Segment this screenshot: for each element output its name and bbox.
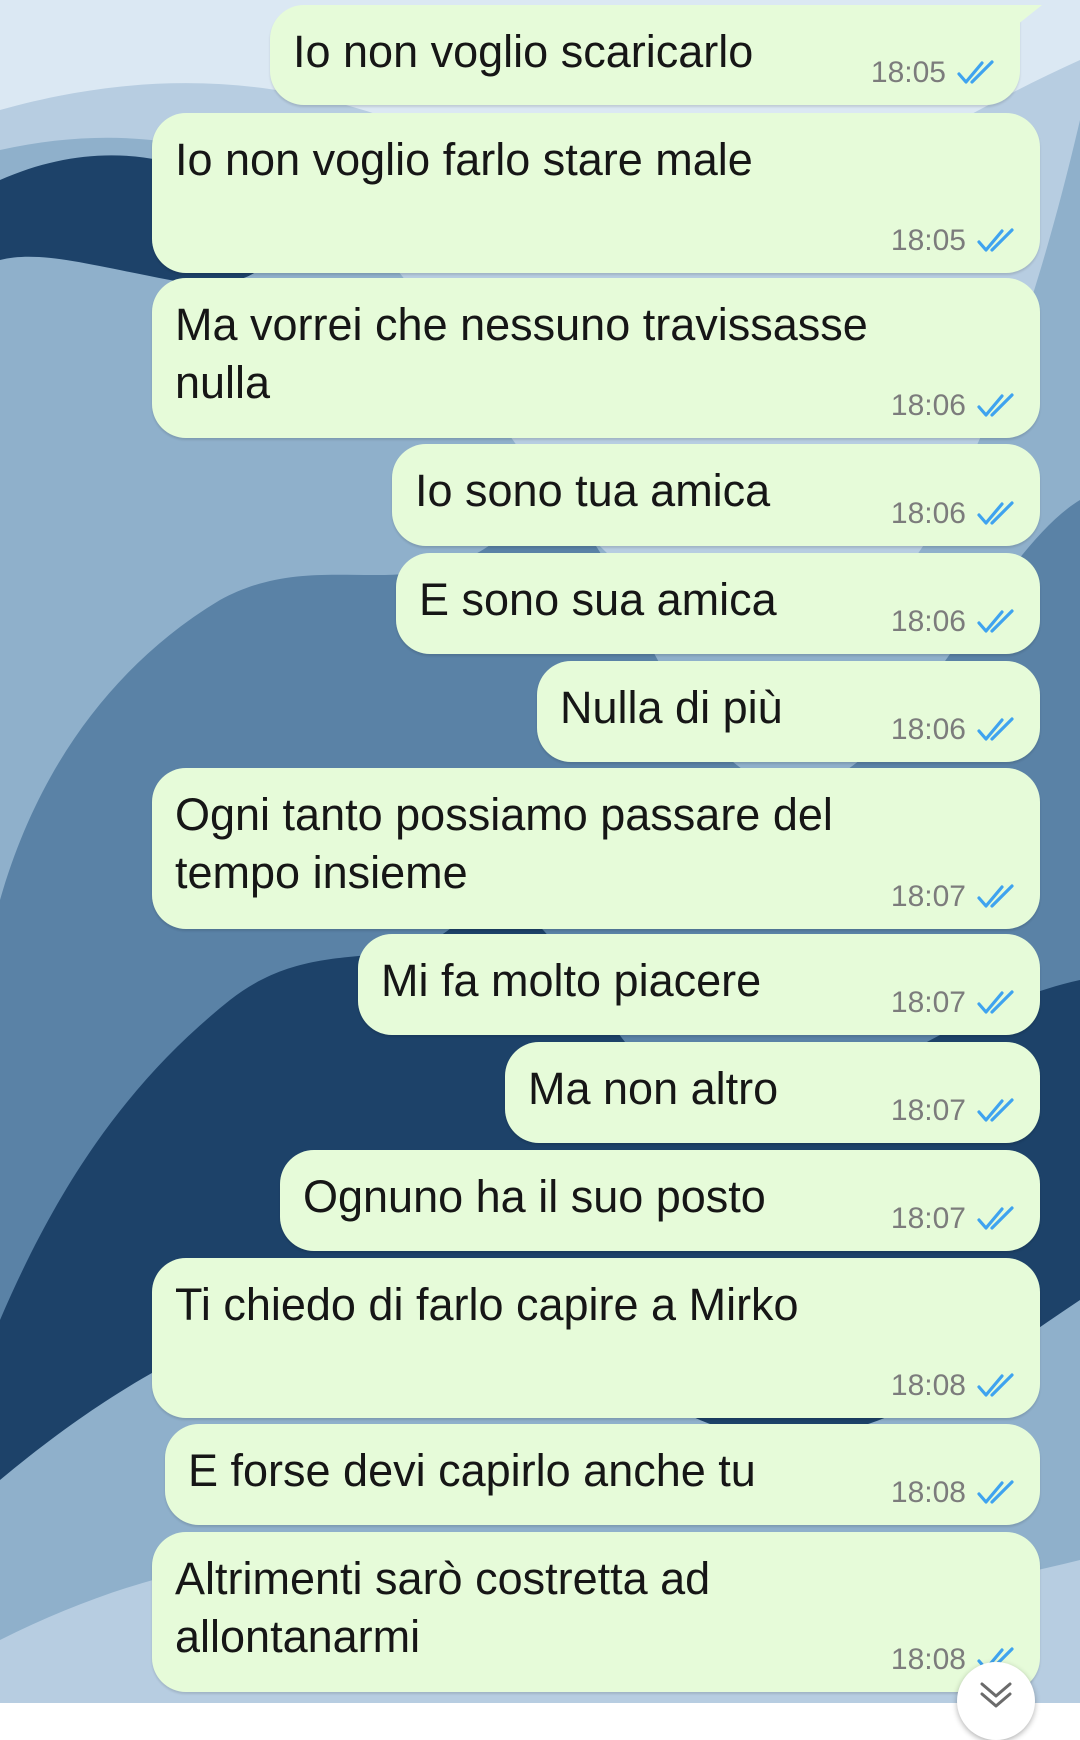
message-meta: 18:05: [891, 223, 1018, 259]
message-time: 18:05: [870, 56, 946, 89]
message-time: 18:06: [890, 713, 966, 746]
message-time: 18:06: [890, 497, 966, 530]
bubble-tail: [1012, 5, 1042, 29]
outgoing-message-bubble[interactable]: Altrimenti sarò costretta ad allontanarm…: [152, 1532, 1040, 1692]
message-meta: 18:05: [871, 55, 998, 91]
double-check-icon: [977, 1480, 1014, 1504]
outgoing-message-bubble[interactable]: Ma non altro 18:07: [505, 1042, 1040, 1143]
message-text: Ogni tanto possiamo passare del tempo in…: [175, 789, 833, 898]
message-text: Ma non altro: [528, 1063, 779, 1114]
double-check-icon: [977, 393, 1014, 417]
double-check-icon: [977, 609, 1014, 633]
double-check-icon: [977, 501, 1014, 525]
chevron-down-icon: [980, 1682, 1012, 1708]
message-meta: 18:06: [891, 388, 1018, 424]
outgoing-message-bubble[interactable]: Io non voglio farlo stare male 18:05: [152, 113, 1040, 273]
outgoing-message-bubble[interactable]: E sono sua amica 18:06: [396, 553, 1040, 654]
double-check-icon: [977, 1206, 1014, 1230]
double-check-icon: [977, 228, 1014, 252]
message-time: 18:06: [890, 389, 966, 422]
message-meta: 18:06: [891, 496, 1018, 532]
outgoing-message-bubble[interactable]: Nulla di più 18:06: [537, 661, 1040, 762]
outgoing-message-bubble[interactable]: Io sono tua amica 18:06: [392, 444, 1040, 546]
message-time: 18:08: [890, 1476, 966, 1509]
message-text: Io sono tua amica: [415, 465, 771, 516]
double-check-icon: [977, 990, 1014, 1014]
message-time: 18:07: [890, 986, 966, 1019]
message-meta: 18:07: [891, 1201, 1018, 1237]
message-meta: 18:07: [891, 879, 1018, 915]
message-meta: 18:06: [891, 712, 1018, 748]
message-text: Io non voglio scaricarlo: [293, 26, 754, 77]
double-check-icon: [977, 884, 1014, 908]
outgoing-message-bubble[interactable]: Ognuno ha il suo posto 18:07: [280, 1150, 1040, 1251]
message-time: 18:07: [890, 880, 966, 913]
message-text: E forse devi capirlo anche tu: [188, 1445, 756, 1496]
message-meta: 18:06: [891, 604, 1018, 640]
double-check-icon: [957, 60, 994, 84]
message-text: Altrimenti sarò costretta ad allontanarm…: [175, 1553, 711, 1662]
message-text: Nulla di più: [560, 682, 783, 733]
message-time: 18:06: [890, 605, 966, 638]
double-check-icon: [977, 1098, 1014, 1122]
double-check-icon: [977, 717, 1014, 741]
message-meta: 18:07: [891, 1093, 1018, 1129]
message-list[interactable]: Io non voglio scaricarlo 18:05 Io non vogl…: [0, 0, 1080, 1703]
message-meta: 18:08: [891, 1475, 1018, 1511]
double-check-icon: [977, 1373, 1014, 1397]
message-time: 18:08: [890, 1643, 966, 1676]
message-text: Ognuno ha il suo posto: [303, 1171, 766, 1222]
message-text: Ti chiedo di farlo capire a Mirko: [175, 1279, 799, 1330]
scroll-to-bottom-button[interactable]: [957, 1662, 1035, 1740]
message-text: Ma vorrei che nessuno travissasse nulla: [175, 299, 868, 408]
message-meta: 18:07: [891, 985, 1018, 1021]
message-time: 18:05: [890, 224, 966, 257]
message-time: 18:07: [890, 1094, 966, 1127]
outgoing-message-bubble[interactable]: Io non voglio scaricarlo 18:05: [270, 5, 1042, 105]
message-text: Io non voglio farlo stare male: [175, 134, 753, 185]
message-time: 18:08: [890, 1369, 966, 1402]
outgoing-message-bubble[interactable]: Ogni tanto possiamo passare del tempo in…: [152, 768, 1040, 929]
message-meta: 18:08: [891, 1368, 1018, 1404]
outgoing-message-bubble[interactable]: Ma vorrei che nessuno travissasse nulla 1…: [152, 278, 1040, 438]
outgoing-message-bubble[interactable]: E forse devi capirlo anche tu 18:08: [165, 1424, 1040, 1525]
message-time: 18:07: [890, 1202, 966, 1235]
message-text: Mi fa molto piacere: [381, 955, 762, 1006]
message-text: E sono sua amica: [419, 574, 777, 625]
outgoing-message-bubble[interactable]: Ti chiedo di farlo capire a Mirko 18:08: [152, 1258, 1040, 1418]
outgoing-message-bubble[interactable]: Mi fa molto piacere 18:07: [358, 934, 1040, 1035]
